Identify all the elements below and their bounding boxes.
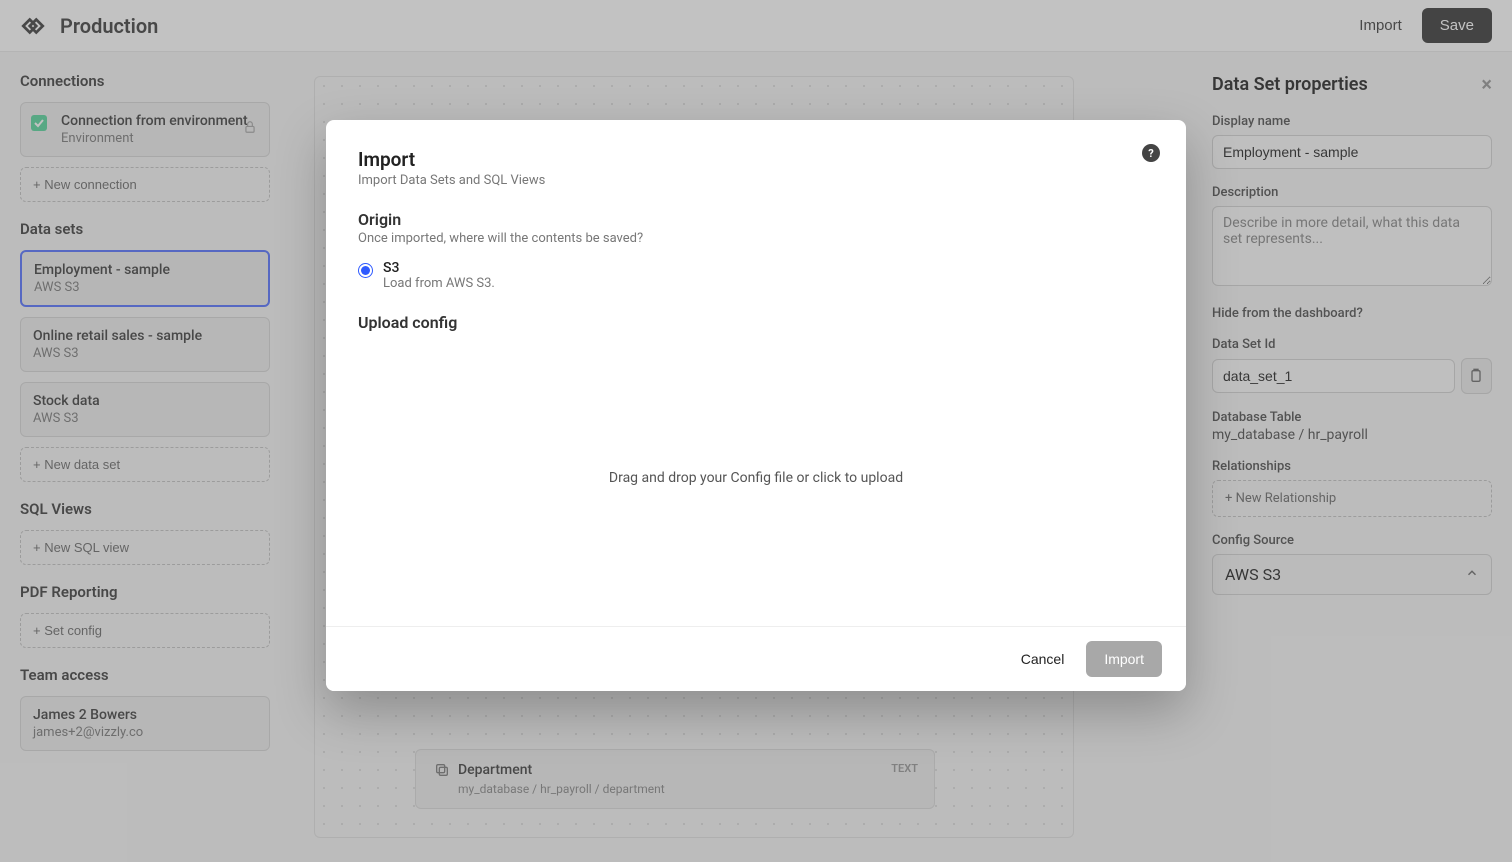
- import-modal: ? Import Import Data Sets and SQL Views …: [326, 120, 1186, 691]
- help-icon[interactable]: ?: [1142, 144, 1160, 162]
- cancel-button[interactable]: Cancel: [1015, 641, 1071, 677]
- origin-title: Origin: [358, 210, 1154, 229]
- modal-title: Import: [358, 148, 1154, 171]
- origin-s3-desc: Load from AWS S3.: [383, 276, 495, 291]
- modal-overlay[interactable]: ? Import Import Data Sets and SQL Views …: [0, 0, 1512, 862]
- import-button[interactable]: Import: [1086, 641, 1162, 677]
- upload-config-title: Upload config: [358, 313, 1154, 332]
- origin-s3-radio[interactable]: [358, 263, 373, 278]
- origin-s3-label: S3: [383, 260, 495, 276]
- upload-dropzone[interactable]: Drag and drop your Config file or click …: [358, 348, 1154, 608]
- modal-subtitle: Import Data Sets and SQL Views: [358, 173, 1154, 188]
- modal-footer: Cancel Import: [326, 626, 1186, 691]
- origin-subtitle: Once imported, where will the contents b…: [358, 231, 1154, 246]
